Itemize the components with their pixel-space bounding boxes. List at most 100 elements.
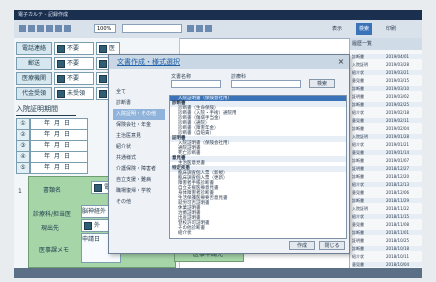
close-icon[interactable]: × <box>336 57 346 67</box>
toolbar-right-tab-2[interactable]: 印刷 <box>386 23 396 35</box>
history-row-type: 証明書 <box>352 166 364 171</box>
checkbox[interactable] <box>99 74 107 83</box>
history-row[interactable]: 入院証明 2018/11/22 <box>352 206 422 211</box>
save-icon[interactable] <box>19 25 26 32</box>
undo-icon[interactable] <box>37 25 44 32</box>
checkbox[interactable] <box>57 59 65 68</box>
category-item[interactable]: 共通様式 <box>113 153 165 164</box>
category-item[interactable]: その他 <box>113 197 165 208</box>
checkbox[interactable] <box>99 59 107 68</box>
history-row[interactable]: 診断書 2019/01/07 <box>352 158 422 163</box>
date-input[interactable]: 年月日 <box>30 162 88 174</box>
history-row-date: 2019/01/14 <box>386 150 410 155</box>
department-select[interactable] <box>231 80 301 88</box>
search-button[interactable]: 検索 <box>309 79 335 88</box>
template-list-item[interactable]: 紹介状 <box>170 231 346 237</box>
toolbar-search-input[interactable] <box>122 24 182 33</box>
paste-icon[interactable] <box>64 25 71 32</box>
search-icon[interactable] <box>187 25 194 32</box>
history-row-date: 2019/02/11 <box>386 118 410 123</box>
history-row-date: 2019/01/07 <box>386 158 410 163</box>
history-row[interactable]: 診断書 2019/03/10 <box>352 86 422 91</box>
close-button[interactable]: 閉じる <box>319 241 345 250</box>
checkbox[interactable] <box>94 183 102 192</box>
history-row[interactable]: 入院証明 2019/01/28 <box>352 134 422 139</box>
history-row-type: 紹介状 <box>352 214 364 219</box>
category-item[interactable]: 職場復帰・学校 <box>113 186 165 197</box>
history-row-date: 2019/01/28 <box>386 134 410 139</box>
section-title: 入院証明期間 <box>16 104 76 116</box>
category-item[interactable]: 診断書 <box>113 98 165 109</box>
history-row-date: 2018/11/08 <box>386 222 410 227</box>
history-row[interactable]: 意見書 2018/11/08 <box>352 222 422 227</box>
checkbox[interactable] <box>57 44 65 53</box>
category-item[interactable]: 紹介状 <box>113 142 165 153</box>
settings-icon[interactable] <box>205 25 212 32</box>
history-row-date: 2018/10/04 <box>386 262 410 267</box>
history-row[interactable]: 紹介状 2018/10/11 <box>352 254 422 259</box>
history-row-type: 紹介状 <box>352 142 364 147</box>
history-row[interactable]: 診断書 2019/02/25 <box>352 102 422 107</box>
template-select-dialog: 文書作成・様式選択 × 文書名称 診療科 検索 全て 診断書 入院証明・その他 保険会… <box>108 54 350 254</box>
category-item[interactable]: 介護保険・障害者 <box>113 164 165 175</box>
history-row[interactable]: 証明書 2019/03/02 <box>352 94 422 99</box>
history-row[interactable]: 証明書 2018/12/27 <box>352 166 422 171</box>
doc-name-label: 書類名 <box>43 187 62 194</box>
date-row: ⑤ 年月日 <box>16 162 88 174</box>
memo-label: 医事課メモ <box>39 247 70 254</box>
history-row[interactable]: 紹介状 2018/12/13 <box>352 182 422 187</box>
history-row[interactable]: 意見書 2019/03/15 <box>352 78 422 83</box>
form-row-value[interactable]: 不要 <box>54 57 94 70</box>
history-row[interactable]: 診断書 2018/11/29 <box>352 198 422 203</box>
checkbox[interactable] <box>57 89 65 98</box>
checkbox[interactable] <box>84 221 92 230</box>
status-field[interactable]: 外 <box>81 219 111 232</box>
create-button[interactable]: 作成 <box>289 241 315 250</box>
copy-icon[interactable] <box>55 25 62 32</box>
history-row[interactable]: 紹介状 2018/11/15 <box>352 214 422 219</box>
form-row-value[interactable]: 未受領 <box>54 87 94 100</box>
form-row-value-text: 不要 <box>67 60 80 67</box>
form-row-value[interactable]: 不要 <box>54 42 94 55</box>
window-titlebar: 電子カルテ - 記録作成 <box>14 10 422 20</box>
category-item[interactable]: 主治医意見 <box>113 131 165 142</box>
form-row-label: 郵送 <box>16 57 52 70</box>
filter-icon[interactable] <box>196 25 203 32</box>
history-row-date: 2018/11/29 <box>386 198 410 203</box>
history-row[interactable]: 診断書 2019/04/01 <box>352 54 422 59</box>
history-row-type: 入院証明 <box>352 134 368 139</box>
history-row[interactable]: 紹介状 2019/03/21 <box>352 70 422 75</box>
category-item[interactable]: 全て <box>113 87 165 98</box>
category-item[interactable]: 入院証明・その他 <box>113 109 165 120</box>
print-icon[interactable] <box>28 25 35 32</box>
history-row[interactable]: 診断書 2019/02/04 <box>352 126 422 131</box>
date-row: ① 年月日 <box>16 118 88 130</box>
redo-icon[interactable] <box>46 25 53 32</box>
checkbox[interactable] <box>57 74 65 83</box>
history-row[interactable]: 意見書 2018/12/06 <box>352 190 422 195</box>
history-row-date: 2018/12/06 <box>386 190 410 195</box>
history-row[interactable]: 意見書 2019/02/11 <box>352 118 422 123</box>
history-row-type: 紹介状 <box>352 110 364 115</box>
history-row-date: 2018/10/11 <box>386 254 410 259</box>
document-name-input[interactable] <box>171 80 221 88</box>
history-row-type: 診断書 <box>352 198 364 203</box>
history-row[interactable]: 診断書 2018/11/01 <box>352 230 422 235</box>
category-item[interactable]: 自立支援・難病 <box>113 175 165 186</box>
toolbar-right-tab-1[interactable]: 検索 <box>356 23 373 35</box>
history-row-type: 紹介状 <box>352 254 364 259</box>
history-row[interactable]: 診断書 2018/12/20 <box>352 174 422 179</box>
zoom-field[interactable]: 100% <box>94 24 116 33</box>
history-row[interactable]: 診断書 2018/10/18 <box>352 246 422 251</box>
history-row[interactable]: 意見書 2019/01/14 <box>352 150 422 155</box>
checkbox[interactable] <box>99 44 107 53</box>
toolbar-right-tab-0[interactable]: 表示 <box>332 23 342 35</box>
history-row[interactable]: 証明書 2018/10/25 <box>352 238 422 243</box>
checkbox[interactable] <box>99 89 107 98</box>
history-row[interactable]: 入院証明 2019/03/28 <box>352 62 422 67</box>
history-row[interactable]: 紹介状 2019/02/18 <box>352 110 422 115</box>
form-row-value[interactable]: 不要 <box>54 72 94 85</box>
history-row[interactable]: 意見書 2018/10/04 <box>352 262 422 267</box>
category-item[interactable]: 保険会社・年金 <box>113 120 165 131</box>
history-row[interactable]: 紹介状 2019/01/21 <box>352 142 422 147</box>
